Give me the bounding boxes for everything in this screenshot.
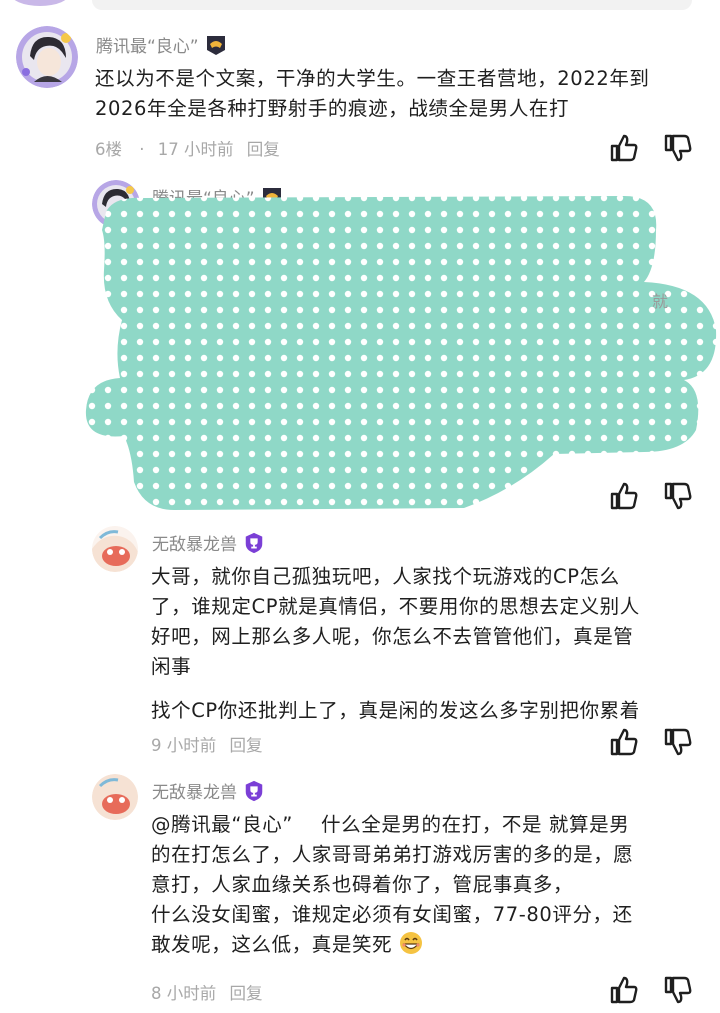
thumbs-up-icon[interactable] bbox=[608, 480, 640, 512]
comment-line: 敢发呢，这么低，真是笑死 bbox=[151, 930, 696, 960]
comment-author[interactable]: 无敌暴龙兽 bbox=[152, 778, 265, 803]
previous-comment-box-edge bbox=[92, 0, 692, 10]
thumbs-down-icon[interactable] bbox=[662, 480, 694, 512]
comment-meta: 6楼 · 17 小时前 回复 bbox=[95, 136, 288, 160]
trophy-badge-icon bbox=[245, 780, 263, 801]
comment-time: 17 小时前 bbox=[157, 140, 234, 159]
comment-author[interactable]: 无敌暴龙兽 bbox=[152, 530, 265, 555]
comment-actions bbox=[608, 132, 694, 164]
grinning-face-icon bbox=[400, 932, 423, 954]
comment-line: 了，谁规定CP就是真情侣，不要用你的思想去定义别人 bbox=[151, 595, 640, 618]
avatar[interactable] bbox=[92, 774, 138, 820]
comment-line-segment: 敢发呢，这么低，真是笑死 bbox=[151, 933, 393, 956]
comment-text: 大哥，就你自己孤独玩吧，人家找个玩游戏的CP怎么 了，谁规定CP就是真情侣，不要… bbox=[151, 562, 691, 682]
comment-time: 8 小时前 bbox=[151, 984, 217, 1003]
trophy-badge-icon bbox=[245, 532, 263, 553]
thumbs-up-icon[interactable] bbox=[608, 132, 640, 164]
comment-meta: 8 小时前 回复 bbox=[151, 980, 271, 1004]
comment-line: 还以为不是个文案，干净的大学生。一查王者营地，2022年到 bbox=[95, 67, 650, 90]
comment-line: 意打，人家血缘关系也碍着你了，管屁事真多， bbox=[151, 873, 574, 896]
comment-line: 的在打怎么了，人家哥哥弟弟打游戏厉害的多的是，愿 bbox=[151, 843, 634, 866]
comment-line: 闲事 bbox=[151, 655, 192, 678]
mention-link[interactable]: @腾讯最“良心” bbox=[151, 813, 293, 836]
avatar[interactable] bbox=[92, 526, 138, 572]
comment-author[interactable]: 腾讯最“良心” bbox=[96, 32, 227, 57]
comment-actions bbox=[608, 726, 694, 758]
obscured-text-fragment: 就 bbox=[652, 292, 669, 311]
comment-line-segment: 什么全是男的在打，不是 就算是男 bbox=[321, 813, 630, 836]
thumbs-down-icon[interactable] bbox=[662, 726, 694, 758]
comment-text: 还以为不是个文案，干净的大学生。一查王者营地，2022年到 2026年全是各种打… bbox=[95, 64, 695, 124]
comment-followup-text: 找个CP你还批判上了，真是闲的发这么多字别把你累着 bbox=[151, 696, 691, 726]
author-name[interactable]: 无敌暴龙兽 bbox=[152, 778, 237, 803]
comment-line: @腾讯最“良心” 什么全是男的在打，不是 就算是男 bbox=[151, 810, 696, 840]
author-name[interactable]: 无敌暴龙兽 bbox=[152, 530, 237, 555]
reply-button[interactable]: 回复 bbox=[230, 984, 263, 1003]
thumbs-up-icon[interactable] bbox=[608, 974, 640, 1006]
comment-line: 找个CP你还批判上了，真是闲的发这么多字别把你累着 bbox=[151, 699, 640, 722]
censor-overlay bbox=[85, 196, 717, 510]
comment-meta: 9 小时前 回复 bbox=[151, 732, 271, 756]
comment-line: 什么没女闺蜜，谁规定必须有女闺蜜，77-80评分，还 bbox=[151, 903, 633, 926]
thumbs-down-icon[interactable] bbox=[662, 132, 694, 164]
comment-line: 2026年全是各种打野射手的痕迹，战绩全是男人在打 bbox=[95, 97, 570, 120]
comment-time: 9 小时前 bbox=[151, 736, 217, 755]
thumbs-down-icon[interactable] bbox=[662, 974, 694, 1006]
floor-number: 6楼 bbox=[95, 140, 122, 159]
level-badge-icon bbox=[206, 35, 225, 55]
comment-actions bbox=[608, 480, 694, 512]
reply-button[interactable]: 回复 bbox=[247, 140, 280, 159]
comment-line: 好吧，网上那么多人呢，你怎么不去管管他们，真是管 bbox=[151, 625, 634, 648]
previous-avatar-fragment bbox=[10, 0, 70, 6]
reply-button[interactable]: 回复 bbox=[230, 736, 263, 755]
avatar[interactable] bbox=[16, 26, 78, 88]
comment-text: @腾讯最“良心” 什么全是男的在打，不是 就算是男 的在打怎么了，人家哥哥弟弟打游… bbox=[151, 810, 696, 960]
meta-separator: · bbox=[139, 140, 145, 159]
comment-line: 大哥，就你自己孤独玩吧，人家找个玩游戏的CP怎么 bbox=[151, 565, 620, 588]
comment-actions bbox=[608, 974, 694, 1006]
thumbs-up-icon[interactable] bbox=[608, 726, 640, 758]
author-name[interactable]: 腾讯最“良心” bbox=[96, 32, 199, 57]
